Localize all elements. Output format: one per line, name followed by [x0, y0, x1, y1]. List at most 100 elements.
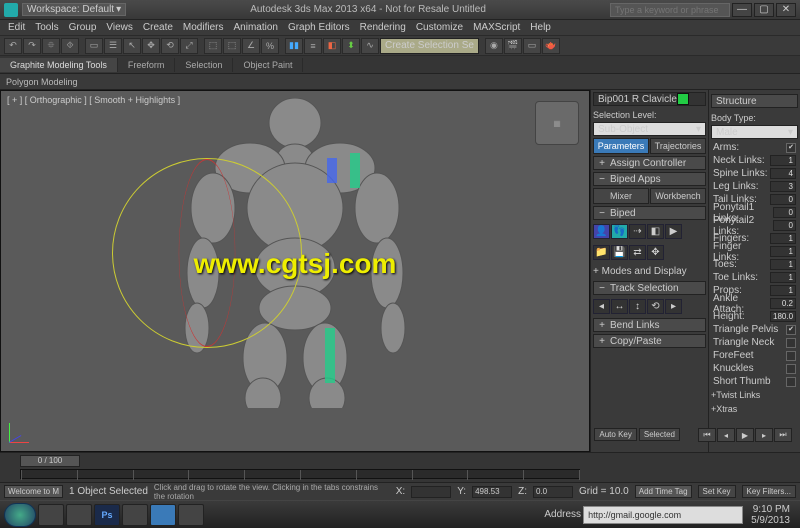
prev-frame-button[interactable]: ◂ — [717, 428, 735, 442]
checkbox[interactable] — [786, 364, 796, 374]
workspace-dropdown[interactable]: Workspace: Default▾ — [22, 3, 126, 16]
curve-button[interactable]: ∿ — [361, 38, 379, 54]
menu-tools[interactable]: Tools — [35, 22, 58, 33]
save-file-icon[interactable]: 💾 — [611, 245, 628, 260]
checkbox[interactable] — [786, 325, 796, 335]
address-bar[interactable]: http://gmail.google.com — [583, 506, 743, 524]
app2-icon[interactable] — [178, 504, 204, 526]
z-coord-field[interactable]: 0.0 — [533, 486, 573, 498]
biped-rollout[interactable]: −Biped — [593, 206, 706, 220]
assign-controller-rollout[interactable]: +Assign Controller — [593, 156, 706, 170]
spinner-field[interactable]: 4 — [770, 168, 796, 179]
checkbox[interactable] — [786, 143, 796, 153]
snap-button[interactable]: ⬚ — [204, 38, 222, 54]
copy-paste-rollout[interactable]: +Copy/Paste — [593, 334, 706, 348]
close-button[interactable]: ✕ — [776, 3, 796, 17]
structure-rollout[interactable]: Structure — [711, 94, 798, 108]
object-name-field[interactable]: Bip001 R Clavicle — [593, 92, 706, 106]
xtras-rollout[interactable]: +Xtras — [711, 402, 798, 416]
mixer-mode-icon[interactable]: ◧ — [647, 224, 664, 239]
goto-end-button[interactable]: ⏭ — [774, 428, 792, 442]
biped-playback-icon[interactable]: ▶ — [665, 224, 682, 239]
sub-object-dropdown[interactable]: Sub-Object▾ — [593, 122, 706, 136]
biped-apps-rollout[interactable]: −Biped Apps — [593, 172, 706, 186]
render-button[interactable]: 🫖 — [542, 38, 560, 54]
angle-snap-button[interactable]: ∠ — [242, 38, 260, 54]
key-filters-button[interactable]: Key Filters... — [742, 485, 796, 498]
maximize-button[interactable]: ▢ — [754, 3, 774, 17]
unlink-button[interactable]: ⯑ — [61, 38, 79, 54]
checkbox[interactable] — [786, 351, 796, 361]
select-name-button[interactable]: ☰ — [104, 38, 122, 54]
play-button[interactable]: ▶ — [736, 428, 754, 442]
menu-create[interactable]: Create — [143, 22, 173, 33]
spinner-field[interactable]: 1 — [770, 285, 796, 296]
menu-views[interactable]: Views — [106, 22, 133, 33]
move-button[interactable]: ✥ — [142, 38, 160, 54]
link-button[interactable]: ⯐ — [42, 38, 60, 54]
system-clock[interactable]: 9:10 PM5/9/2013 — [745, 504, 796, 526]
body-vert-icon[interactable]: ↕ — [629, 299, 646, 314]
menu-maxscript[interactable]: MAXScript — [473, 22, 520, 33]
spinner-field[interactable]: 1 — [770, 233, 796, 244]
viewcube[interactable]: ▦ — [535, 101, 579, 145]
spinner-field[interactable]: 1 — [770, 155, 796, 166]
auto-key-button[interactable]: Auto Key — [594, 428, 636, 441]
cursor-icon[interactable]: ↖ — [123, 38, 141, 54]
checkbox[interactable] — [786, 377, 796, 387]
start-button[interactable] — [4, 503, 36, 527]
redo-button[interactable]: ↷ — [23, 38, 41, 54]
menu-group[interactable]: Group — [69, 22, 97, 33]
menu-help[interactable]: Help — [530, 22, 551, 33]
time-slider[interactable]: 0 / 100 — [20, 455, 80, 467]
spinner-field[interactable]: 0 — [773, 220, 796, 231]
color-swatch[interactable] — [677, 93, 689, 105]
twist-links-rollout[interactable]: +Twist Links — [711, 388, 798, 402]
menu-rendering[interactable]: Rendering — [360, 22, 406, 33]
prev-key-icon[interactable]: ◂ — [593, 299, 610, 314]
percent-snap-button[interactable]: % — [261, 38, 279, 54]
motion-flow-icon[interactable]: ⇢ — [629, 224, 646, 239]
spinner-field[interactable]: 0 — [773, 207, 796, 218]
body-horiz-icon[interactable]: ↔ — [611, 299, 628, 314]
tab-selection[interactable]: Selection — [175, 58, 233, 72]
parameters-button[interactable]: Parameters — [593, 138, 649, 154]
menu-grapheditors[interactable]: Graph Editors — [288, 22, 350, 33]
app-icon[interactable] — [122, 504, 148, 526]
explorer-icon[interactable] — [38, 504, 64, 526]
load-file-icon[interactable]: 📁 — [593, 245, 610, 260]
select-button[interactable]: ▭ — [85, 38, 103, 54]
minimize-button[interactable]: — — [732, 3, 752, 17]
render-frame-button[interactable]: ▭ — [523, 38, 541, 54]
next-frame-button[interactable]: ▸ — [755, 428, 773, 442]
checkbox[interactable] — [786, 338, 796, 348]
rotate-button[interactable]: ⟲ — [161, 38, 179, 54]
layer-button[interactable]: ◧ — [323, 38, 341, 54]
modes-display-label[interactable]: + Modes and Display — [593, 264, 706, 279]
spinner-field[interactable]: 1 — [770, 259, 796, 270]
y-coord-field[interactable]: 498.53 — [472, 486, 512, 498]
next-key-icon[interactable]: ▸ — [665, 299, 682, 314]
photoshop-icon[interactable]: Ps — [94, 504, 120, 526]
viewport[interactable]: [ + ] [ Orthographic ] [ Smooth + Highli… — [0, 90, 590, 452]
spinner-field[interactable]: 180.0 — [770, 311, 796, 322]
material-button[interactable]: ◉ — [485, 38, 503, 54]
3dsmax-taskbar-icon[interactable] — [150, 504, 176, 526]
bend-links-rollout[interactable]: +Bend Links — [593, 318, 706, 332]
menu-edit[interactable]: Edit — [8, 22, 25, 33]
footstep-mode-icon[interactable]: 👣 — [611, 224, 628, 239]
tab-objectpaint[interactable]: Object Paint — [233, 58, 303, 72]
add-time-tag[interactable]: Add Time Tag — [635, 485, 692, 498]
mixer-button[interactable]: Mixer — [593, 188, 649, 204]
menu-animation[interactable]: Animation — [233, 22, 277, 33]
undo-button[interactable]: ↶ — [4, 38, 22, 54]
trajectories-button[interactable]: Trajectories — [650, 138, 706, 154]
polygon-modeling-label[interactable]: Polygon Modeling — [6, 77, 78, 87]
help-search-input[interactable] — [610, 3, 730, 17]
move-all-icon[interactable]: ✥ — [647, 245, 664, 260]
body-rot-icon[interactable]: ⟲ — [647, 299, 664, 314]
spinner-field[interactable]: 1 — [770, 246, 796, 257]
spinner-field[interactable]: 0 — [770, 194, 796, 205]
spinner-field[interactable]: 0.2 — [770, 298, 796, 309]
create-selection-dropdown[interactable]: Create Selection Se — [380, 38, 479, 54]
